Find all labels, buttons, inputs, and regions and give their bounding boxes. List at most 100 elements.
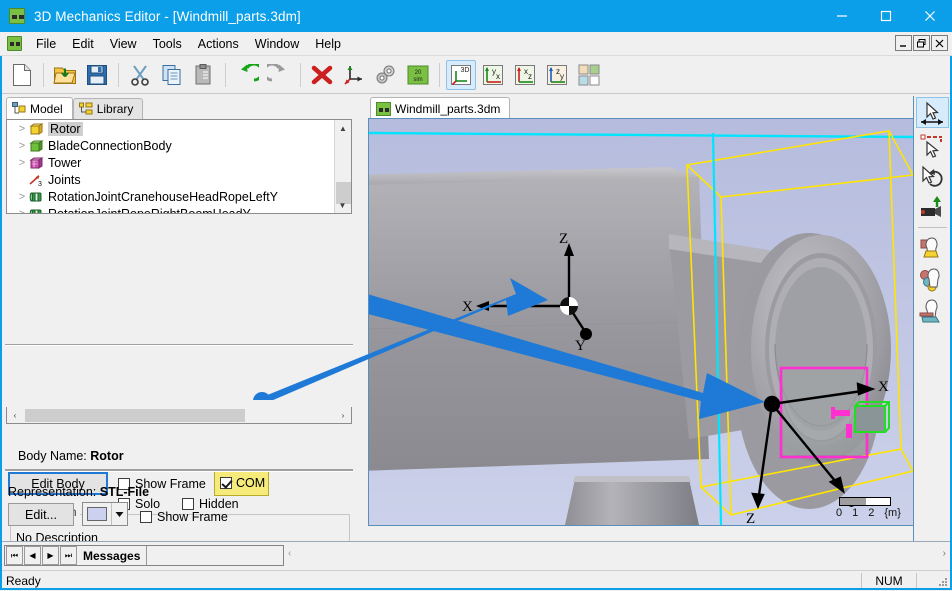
app-logo-icon: [7, 36, 22, 51]
expander-icon[interactable]: >: [15, 208, 29, 214]
minimize-icon[interactable]: [820, 0, 864, 32]
collapse-left-icon[interactable]: ‹: [288, 548, 291, 559]
view-3d-icon[interactable]: 3D: [446, 59, 476, 90]
view-zy-icon[interactable]: z y: [542, 60, 572, 90]
open-file-icon[interactable]: [50, 60, 80, 90]
tab-windmill-parts[interactable]: Windmill_parts.3dm: [370, 97, 511, 119]
first-record-button[interactable]: ⏮: [6, 546, 23, 565]
rotate-select-icon[interactable]: [916, 161, 949, 192]
show-frame-checkbox[interactable]: [140, 511, 152, 523]
scale-tick-1: 1: [852, 507, 859, 519]
3d-canvas[interactable]: X Z Y Z X Y: [368, 118, 914, 526]
tree-horizontal-scrollbar[interactable]: ‹ ›: [6, 407, 352, 424]
svg-text:sim: sim: [413, 77, 422, 83]
rotation-joint-icon: [29, 207, 44, 213]
delete-icon[interactable]: [307, 60, 337, 90]
copy-icon[interactable]: [157, 60, 187, 90]
tree-item-rotationjointcranehouseheadropelefty[interactable]: > RotationJointCranehouseHeadRopeLeftY: [7, 188, 334, 205]
svg-text:3D: 3D: [461, 67, 470, 74]
mdi-minimize-icon[interactable]: [895, 35, 912, 51]
light-material-2-icon[interactable]: [916, 263, 949, 294]
scroll-right-icon[interactable]: ›: [335, 411, 351, 420]
color-picker-combo[interactable]: [82, 502, 128, 526]
tab-library[interactable]: Library: [72, 98, 144, 119]
scrollbar-thumb[interactable]: [25, 408, 245, 422]
gears-icon[interactable]: [371, 60, 401, 90]
rubber-band-select-icon[interactable]: [916, 129, 949, 160]
frame-axes-icon[interactable]: [339, 60, 369, 90]
tree-item-tower[interactable]: > Tower: [7, 154, 334, 171]
expander-icon[interactable]: >: [15, 140, 29, 152]
tree-item-rotationjointroperightboomheady[interactable]: > RotationJointRopeRightBoomHeadY: [7, 205, 334, 213]
tree-item-label: Joints: [48, 172, 81, 187]
new-file-icon[interactable]: [7, 60, 37, 90]
light-material-1-icon[interactable]: [916, 231, 949, 262]
model-tree[interactable]: > Rotor > BladeConnectionBody > Tower 3 …: [6, 119, 352, 214]
close-icon[interactable]: [908, 0, 952, 32]
menu-tools[interactable]: Tools: [145, 35, 190, 53]
tree-item-rotor[interactable]: > Rotor: [7, 120, 334, 137]
select-measure-icon[interactable]: [915, 97, 949, 128]
model-tree-list[interactable]: > Rotor > BladeConnectionBody > Tower 3 …: [7, 120, 334, 213]
last-record-button[interactable]: ⏭: [60, 546, 77, 565]
model-tree-icon: [12, 101, 26, 116]
com-checkbox-row[interactable]: COM: [214, 470, 269, 496]
collapse-right-icon[interactable]: ›: [943, 548, 946, 559]
menu-actions[interactable]: Actions: [190, 35, 247, 53]
panel-divider: [5, 470, 353, 472]
menu-window[interactable]: Window: [247, 35, 307, 53]
twenty-sim-icon[interactable]: 20 sim: [403, 60, 433, 90]
view-xz-icon[interactable]: x z: [510, 60, 540, 90]
expander-icon[interactable]: >: [15, 191, 29, 203]
tree-item-joints[interactable]: 3 Joints: [7, 171, 334, 188]
menu-file[interactable]: File: [28, 35, 64, 53]
body-name-row: Body Name: Rotor: [18, 449, 124, 463]
camera-move-icon[interactable]: [916, 193, 949, 224]
tab-model[interactable]: Model: [6, 97, 73, 119]
menu-help[interactable]: Help: [307, 35, 349, 53]
paste-icon[interactable]: [189, 60, 219, 90]
mdi-window-controls: [895, 35, 948, 51]
body-name-label: Body Name:: [18, 449, 87, 463]
cut-icon[interactable]: [125, 60, 155, 90]
next-record-button[interactable]: ▶: [42, 546, 59, 565]
expander-icon[interactable]: >: [15, 123, 29, 135]
expander-icon[interactable]: >: [15, 157, 29, 169]
hidden-checkbox[interactable]: [182, 498, 194, 510]
document-icon: [376, 101, 391, 116]
light-material-3-icon[interactable]: [916, 295, 949, 326]
body-box-icon: [29, 139, 44, 153]
scale-unit: {m}: [884, 507, 901, 519]
representation-label: Representation:: [8, 485, 97, 499]
representation-show-frame-row[interactable]: Show Frame: [140, 510, 228, 524]
svg-text:20: 20: [415, 70, 422, 76]
save-icon[interactable]: [82, 60, 112, 90]
scroll-down-icon[interactable]: ▼: [335, 197, 350, 213]
redo-icon[interactable]: [264, 60, 294, 90]
mdi-close-icon[interactable]: [931, 35, 948, 51]
view-yx-icon[interactable]: y x: [478, 60, 508, 90]
menu-view[interactable]: View: [102, 35, 145, 53]
scroll-left-icon[interactable]: ‹: [7, 411, 23, 420]
tree-vertical-scrollbar[interactable]: ▲ ▼: [334, 120, 351, 213]
tab-document-label: Windmill_parts.3dm: [395, 101, 501, 116]
view-quad-icon[interactable]: [574, 60, 604, 90]
3d-scene[interactable]: X Z Y Z X Y: [369, 119, 913, 525]
tab-model-label: Model: [30, 101, 63, 116]
representation-edit-button[interactable]: Edit...: [8, 503, 74, 526]
menu-edit[interactable]: Edit: [64, 35, 102, 53]
hidden-checkbox-row[interactable]: Hidden: [182, 497, 239, 511]
maximize-icon[interactable]: [864, 0, 908, 32]
scrollbar-track[interactable]: [23, 407, 335, 423]
com-checkbox[interactable]: [220, 477, 232, 489]
svg-text:3: 3: [38, 181, 42, 187]
previous-record-button[interactable]: ◀: [24, 546, 41, 565]
chevron-down-icon[interactable]: [111, 503, 127, 525]
scroll-up-icon[interactable]: ▲: [335, 120, 351, 136]
tree-item-bladeconnectionbody[interactable]: > BladeConnectionBody: [7, 137, 334, 154]
undo-icon[interactable]: [232, 60, 262, 90]
resize-grip[interactable]: [937, 576, 949, 588]
color-swatch[interactable]: [83, 503, 111, 525]
mdi-restore-icon[interactable]: [913, 35, 930, 51]
tab-messages[interactable]: Messages: [81, 549, 146, 563]
